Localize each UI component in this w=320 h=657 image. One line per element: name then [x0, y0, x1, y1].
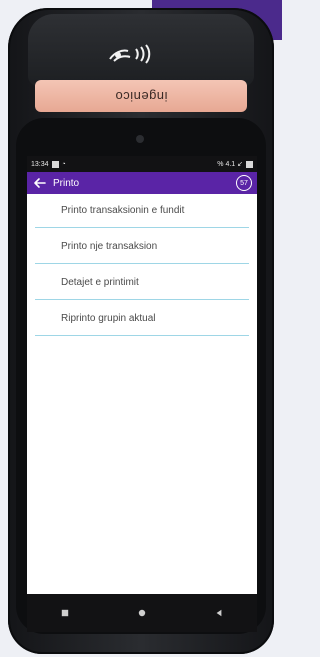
menu-item-label: Detajet e printimit: [61, 277, 139, 288]
counter-badge: 57: [236, 175, 252, 191]
battery-icon: [246, 160, 253, 168]
home-button[interactable]: [137, 608, 147, 618]
menu-item-print-details[interactable]: Detajet e printimit: [35, 266, 249, 300]
system-nav-bar: [27, 594, 257, 632]
status-bar: 13:34 ◔ % 4.1 ↙: [27, 156, 257, 172]
status-signal-text: % 4.1 ↙: [217, 161, 243, 168]
menu-item-print-last[interactable]: Printo transaksionin e fundit: [35, 194, 249, 228]
menu-item-label: Printo nje transaksion: [61, 241, 158, 252]
menu-item-label: Printo transaksionin e fundit: [61, 205, 185, 216]
notification-icon: [51, 160, 59, 168]
status-time: 13:34: [31, 160, 49, 168]
menu-item-reprint-batch[interactable]: Riprinto grupin aktual: [35, 302, 249, 336]
app-bar: Printo 57: [27, 172, 257, 194]
menu-item-label: Riprinto grupin aktual: [61, 313, 156, 324]
back-button[interactable]: [214, 608, 224, 618]
brand-label-text: ingenico: [114, 88, 168, 104]
recent-apps-button[interactable]: [60, 608, 70, 618]
menu-item-print-one[interactable]: Printo nje transaksion: [35, 230, 249, 264]
screen: 13:34 ◔ % 4.1 ↙ Printo 57 Printo transak…: [27, 156, 257, 632]
front-camera-dot: [136, 135, 144, 143]
sync-icon: ◔: [61, 160, 66, 168]
back-arrow-icon[interactable]: [33, 176, 47, 190]
contactless-icon: [102, 40, 158, 68]
brand-label-strip: ingenico: [35, 80, 247, 112]
page-title: Printo: [53, 177, 80, 189]
